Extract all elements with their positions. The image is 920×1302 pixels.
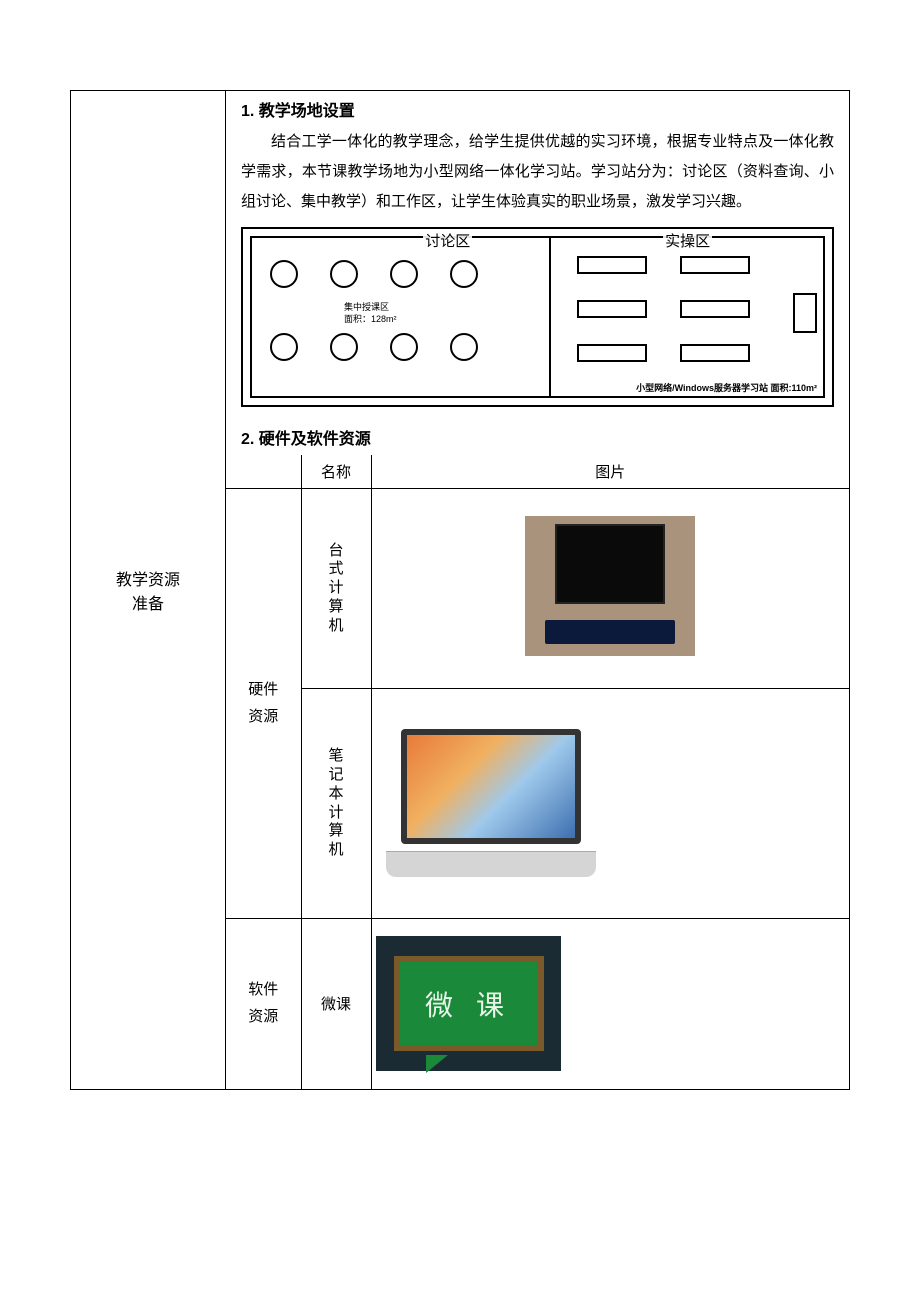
section1-body: 结合工学一体化的教学理念，给学生提供优越的实习环境，根据专业特点及一体化教学需求…	[241, 127, 834, 217]
header-name: 名称	[301, 455, 371, 489]
content-cell: 1. 教学场地设置 结合工学一体化的教学理念，给学生提供优越的实习环境，根据专业…	[226, 91, 850, 1090]
header-image: 图片	[371, 455, 849, 489]
microlecture-image: 微 课	[376, 936, 561, 1071]
table-header-row: 名称 图片	[226, 455, 849, 489]
section2-heading: 2. 硬件及软件资源	[241, 425, 834, 449]
laptop-name-cell: 笔记本计算机	[301, 689, 371, 919]
diagram-center2: 面积：128m²	[344, 312, 397, 325]
floorplan-diagram: 讨论区 实操区 集中授课区 面积：128m²	[241, 227, 834, 407]
desktop-computer-image	[525, 516, 695, 656]
sidebar-title-line2: 准备	[71, 590, 225, 614]
micro-image-cell: 微 课	[371, 919, 849, 1089]
diagram-footer: 小型网络/Windows服务器学习站 面积:110m²	[636, 381, 817, 394]
sidebar-cell: 教学资源 准备	[71, 91, 226, 1090]
resources-table: 名称 图片 硬件资源 台式计算机	[226, 455, 849, 1089]
table-row: 硬件资源 台式计算机	[226, 489, 849, 689]
micro-name-cell: 微课	[301, 919, 371, 1089]
diagram-right-label: 实操区	[663, 230, 712, 251]
table-row: 软件资源 微课 微 课	[226, 919, 849, 1089]
desktop-name-cell: 台式计算机	[301, 489, 371, 689]
outer-table: 教学资源 准备 1. 教学场地设置 结合工学一体化的教学理念，给学生提供优越的实…	[70, 90, 850, 1090]
section1-heading: 1. 教学场地设置	[241, 97, 834, 121]
hardware-category-cell: 硬件资源	[226, 489, 301, 919]
sidebar-title-line1: 教学资源	[71, 566, 225, 590]
desktop-image-cell	[371, 489, 849, 689]
diagram-left-label: 讨论区	[423, 230, 472, 251]
table-row: 笔记本计算机	[226, 689, 849, 919]
software-category-cell: 软件资源	[226, 919, 301, 1089]
chalkboard-text: 微 课	[394, 956, 544, 1051]
laptop-image	[376, 719, 606, 889]
laptop-image-cell	[371, 689, 849, 919]
